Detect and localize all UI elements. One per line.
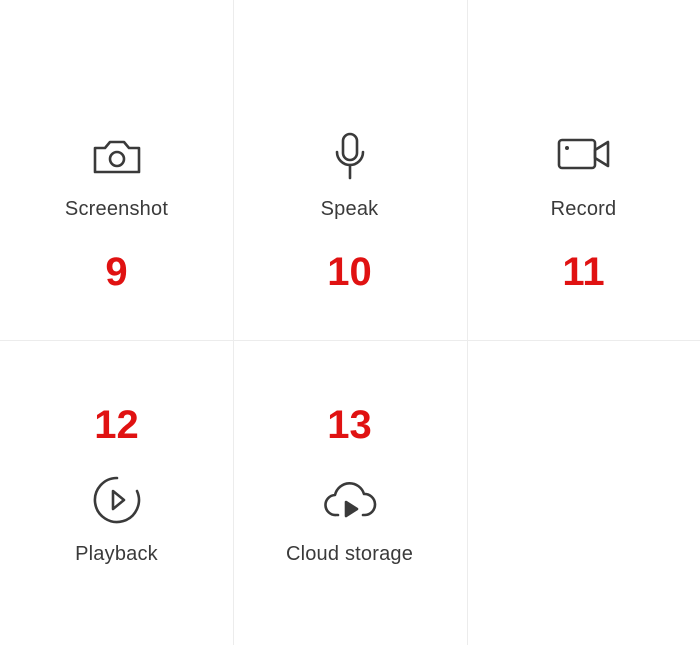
microphone-icon [322, 132, 378, 182]
cloud-storage-label: Cloud storage [285, 543, 414, 565]
record-button[interactable]: Record 11 [467, 0, 700, 320]
screenshot-button[interactable]: Screenshot 9 [0, 0, 233, 320]
playback-label: Playback [75, 543, 158, 565]
screenshot-label: Screenshot [64, 198, 169, 220]
playback-icon [89, 475, 145, 525]
annotation-number: 12 [94, 403, 139, 447]
speak-label: Speak [320, 198, 379, 220]
camera-icon [89, 132, 145, 182]
function-grid: Screenshot 9 Speak 10 Record 11 12 Playb… [0, 0, 700, 645]
speak-button[interactable]: Speak 10 [233, 0, 466, 320]
playback-button[interactable]: 12 Playback [0, 341, 233, 645]
video-camera-icon [556, 132, 612, 182]
annotation-number: 11 [562, 250, 605, 294]
annotation-number: 9 [105, 250, 128, 294]
cloud-play-icon [322, 475, 378, 525]
annotation-number: 13 [327, 403, 372, 447]
cloud-storage-button[interactable]: 13 Cloud storage [233, 341, 466, 645]
record-label: Record [550, 198, 617, 220]
annotation-number: 10 [327, 250, 372, 294]
